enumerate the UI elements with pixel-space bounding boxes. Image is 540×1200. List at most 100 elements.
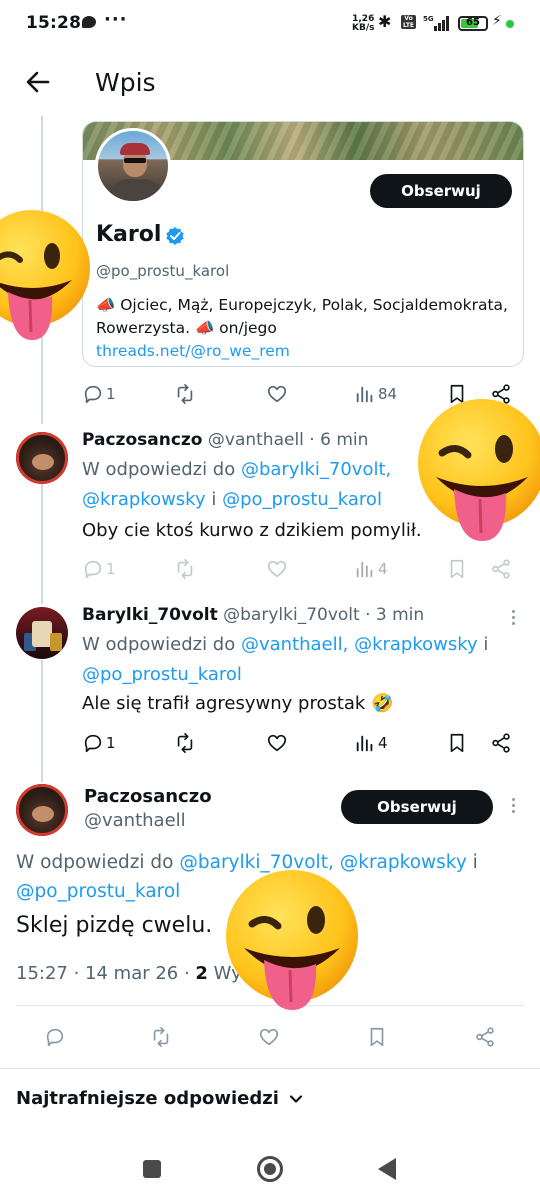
network-type: 5G	[423, 15, 434, 23]
bookmark-icon	[450, 559, 464, 579]
author-name[interactable]: Barylki_70volt	[82, 605, 218, 625]
recents-button[interactable]	[143, 1160, 161, 1178]
reply-prefix: W odpowiedzi do	[16, 852, 180, 873]
avatar[interactable]	[16, 784, 68, 836]
bookmark-button[interactable]	[366, 1022, 388, 1052]
mention-link[interactable]: @po_prostu_karol	[82, 664, 242, 685]
bookmark-button[interactable]	[446, 554, 468, 584]
share-button[interactable]	[474, 1022, 496, 1052]
reply-count: 1	[106, 734, 116, 752]
home-button[interactable]	[257, 1156, 283, 1182]
views-count: 4	[378, 560, 388, 578]
like-icon	[267, 734, 287, 752]
bookmark-icon	[450, 733, 464, 753]
repost-icon	[177, 733, 193, 753]
chevron-down-icon	[289, 1094, 303, 1103]
reply-icon	[84, 385, 102, 404]
like-button[interactable]	[266, 728, 288, 758]
reply-prefix: W odpowiedzi do	[82, 459, 241, 480]
views-button[interactable]: 4	[354, 554, 388, 584]
repost-button[interactable]	[150, 1022, 172, 1052]
repost-button[interactable]	[174, 554, 196, 584]
reply-prefix: W odpowiedzi do	[82, 634, 241, 655]
author-name[interactable]: Paczosanczo	[82, 430, 202, 450]
views-number: 2	[195, 963, 208, 984]
author-meta: @barylki_70volt · 3 min	[223, 605, 425, 625]
mention-link[interactable]: @krapkowsky	[354, 634, 478, 655]
winking-tongue-emoji-icon	[0, 210, 90, 340]
reply-count: 1	[106, 560, 116, 578]
profile-link[interactable]: threads.net/@ro_we_rem	[96, 342, 290, 360]
more-notifications-icon: ···	[104, 9, 128, 30]
profile-handle: @po_prostu_karol	[96, 262, 230, 280]
post-text: Ale się trafił agresywny prostak 🤣	[82, 693, 394, 714]
quoted-profile-card[interactable]: Obserwuj Karol @po_prostu_karol 📣 Ojciec…	[82, 121, 524, 367]
sort-replies-dropdown[interactable]: Najtrafniejsze odpowiedzi	[16, 1088, 305, 1109]
network-speed-unit: KB/s	[352, 23, 375, 33]
repost-button[interactable]	[174, 728, 196, 758]
avatar[interactable]	[95, 128, 171, 204]
share-icon	[492, 733, 510, 753]
profile-name: Karol	[96, 222, 162, 247]
bookmark-icon	[370, 1027, 384, 1047]
share-button[interactable]	[490, 554, 512, 584]
more-icon[interactable]	[510, 798, 516, 818]
views-button[interactable]: 84	[354, 379, 397, 409]
like-button[interactable]	[266, 379, 288, 409]
reply-button[interactable]	[44, 1022, 66, 1052]
top-app-bar: Wpis	[0, 50, 540, 116]
views-icon	[356, 386, 373, 403]
mention-link[interactable]: @vanthaell,	[241, 634, 348, 655]
like-icon	[267, 560, 287, 578]
back-arrow-icon[interactable]	[24, 68, 52, 96]
more-icon[interactable]	[510, 610, 516, 630]
post-text: Oby cie ktoś kurwo z dzikiem pomylił.	[82, 520, 422, 541]
profile-bio: 📣 Ojciec, Mąż, Europejczyk, Polak, Socja…	[96, 296, 508, 337]
battery-icon: 65	[458, 16, 488, 31]
bluetooth-icon: ✱	[378, 12, 392, 31]
reply-button[interactable]: 1	[82, 379, 116, 409]
views-button[interactable]: 4	[354, 728, 388, 758]
thread-line	[41, 660, 43, 782]
repost-icon	[153, 1027, 169, 1047]
follow-button[interactable]: Obserwuj	[370, 174, 512, 208]
avatar[interactable]	[16, 432, 68, 484]
sort-label: Najtrafniejsze odpowiedzi	[16, 1088, 279, 1109]
reply-button[interactable]: 1	[82, 728, 116, 758]
page-title: Wpis	[95, 68, 156, 97]
reply-header: Paczosanczo @vanthaell · 6 min	[82, 430, 368, 450]
follow-button[interactable]: Obserwuj	[341, 790, 493, 824]
like-icon	[259, 1028, 279, 1046]
author-handle[interactable]: @vanthaell	[84, 810, 186, 831]
like-icon	[267, 385, 287, 403]
mention-link[interactable]: @po_prostu_karol	[16, 881, 180, 902]
like-button[interactable]	[258, 1022, 280, 1052]
mention-link[interactable]: @barylki_70volt,	[241, 459, 391, 480]
battery-level: 65	[466, 17, 480, 28]
views-icon	[356, 561, 373, 578]
avatar[interactable]	[16, 607, 68, 659]
reply-count: 1	[106, 385, 116, 403]
post-timestamp: 15:27 · 14 mar 26 ·	[16, 963, 196, 984]
winking-tongue-emoji-icon	[226, 870, 358, 1010]
bookmark-button[interactable]	[446, 728, 468, 758]
repost-button[interactable]	[174, 379, 196, 409]
post-action-bar	[0, 1022, 540, 1052]
share-button[interactable]	[490, 728, 512, 758]
mention-link[interactable]: @krapkowsky	[82, 489, 206, 510]
mention-link[interactable]: @po_prostu_karol	[222, 489, 382, 510]
system-back-button[interactable]	[378, 1158, 396, 1180]
post-meta: 15:27 · 14 mar 26 · 2 Wyś	[16, 963, 251, 984]
reply-button[interactable]: 1	[82, 554, 116, 584]
reply-icon	[84, 560, 102, 579]
author-name[interactable]: Paczosanczo	[84, 786, 212, 807]
privacy-indicator-dot	[506, 20, 514, 28]
mention-joiner: i	[466, 852, 478, 873]
post-text: Sklej pizdę cwelu.	[16, 913, 213, 938]
views-icon	[356, 735, 373, 752]
system-navigation-bar	[0, 1140, 540, 1200]
verified-badge-icon	[166, 227, 184, 245]
like-button[interactable]	[266, 554, 288, 584]
post-action-bar: 1 4	[0, 728, 540, 758]
divider	[0, 1068, 540, 1069]
